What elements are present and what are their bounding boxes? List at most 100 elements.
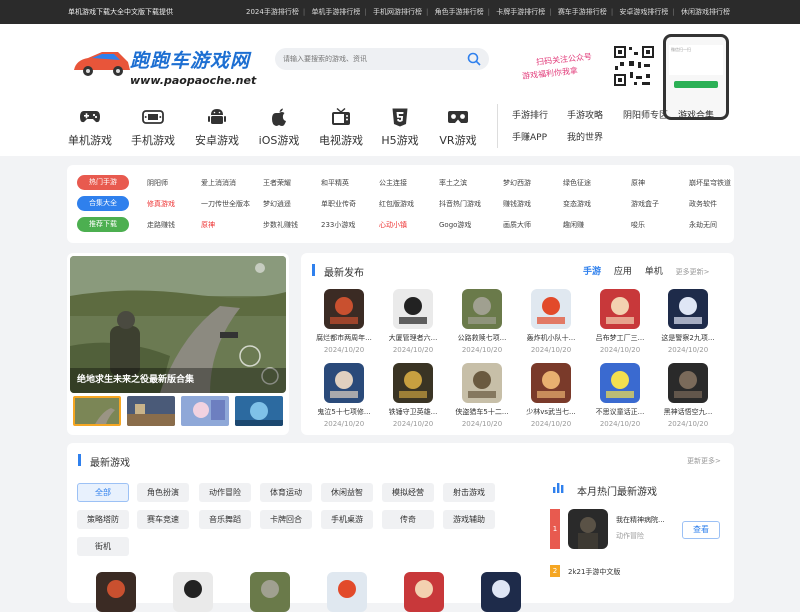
carousel-thumb[interactable] <box>73 396 121 426</box>
more-new-link[interactable]: 更新更多> <box>687 456 721 466</box>
tag-link[interactable]: 单职业传奇 <box>321 199 356 209</box>
search-icon[interactable] <box>467 52 481 66</box>
carousel-caption[interactable]: 绝地求生未来之役最新版合集 <box>77 372 194 385</box>
category-filter[interactable]: 体育运动 <box>260 483 312 502</box>
tag-link[interactable]: 爱上消消消 <box>201 178 236 188</box>
tag-link[interactable]: 走路赚钱 <box>147 220 175 230</box>
tag-link[interactable]: 崩坏星穹铁道 <box>689 178 731 188</box>
game-item[interactable]: 公路救赎七项... 2024/10/20 <box>447 289 517 354</box>
tag-link[interactable]: 变态游戏 <box>563 199 591 209</box>
game-item[interactable]: 腐烂都市两周年... 2024/10/20 <box>309 289 379 354</box>
new-game-icon[interactable] <box>250 572 290 612</box>
site-logo[interactable]: 跑跑车游戏网 www.paopaoche.net <box>72 44 262 100</box>
tag-link[interactable]: 红包版游戏 <box>379 199 414 209</box>
tag-link[interactable]: 原神 <box>201 220 215 230</box>
quick-link[interactable]: 手赚APP <box>512 130 547 143</box>
quick-link[interactable]: 游戏合集 <box>678 108 714 121</box>
category-filter[interactable]: 游戏辅助 <box>443 510 495 529</box>
nav-item-android-games[interactable]: 安卓游戏 <box>187 104 247 148</box>
top-link[interactable]: 赛车手游排行榜 <box>558 8 607 16</box>
tag-link[interactable]: 一刀传世全版本 <box>201 199 250 209</box>
game-item[interactable]: 鬼泣5十七项修... 2024/10/20 <box>309 363 379 428</box>
tag-link[interactable]: 绿色征途 <box>563 178 591 188</box>
new-game-icon[interactable] <box>173 572 213 612</box>
tag-link[interactable]: 游戏盒子 <box>631 199 659 209</box>
tab-apps[interactable]: 应用 <box>614 267 632 277</box>
tag-link[interactable]: 唆乐 <box>631 220 645 230</box>
tag-link[interactable]: 心动小镇 <box>379 220 407 230</box>
hot-item-2[interactable]: 2 2k21手游中文版 <box>550 565 722 581</box>
hot-item-1[interactable]: 1 我在精神病院... 动作冒险 查看 <box>550 509 722 553</box>
more-updates-link[interactable]: 更多更新> <box>676 268 710 276</box>
game-item[interactable]: 不思议童话正... 2024/10/20 <box>585 363 655 428</box>
category-filter[interactable]: 手机桌游 <box>321 510 373 529</box>
category-filter[interactable]: 卡牌回合 <box>260 510 312 529</box>
top-link[interactable]: 2024手游排行榜 <box>246 8 299 16</box>
category-filter[interactable]: 动作冒险 <box>199 483 251 502</box>
game-item[interactable]: 吕布梦工厂三... 2024/10/20 <box>585 289 655 354</box>
tag-link[interactable]: 趣闲赚 <box>563 220 584 230</box>
tag-link[interactable]: 修真游戏 <box>147 199 175 209</box>
tab-pc-games[interactable]: 单机 <box>645 267 663 277</box>
tag-link[interactable]: 抖音热门游戏 <box>439 199 481 209</box>
nav-item-pc-games[interactable]: 单机游戏 <box>60 104 120 148</box>
carousel-thumb[interactable] <box>127 396 175 426</box>
nav-item-mobile-games[interactable]: 手机游戏 <box>123 104 183 148</box>
game-item[interactable]: 这是警察2九项... 2024/10/20 <box>653 289 723 354</box>
top-link[interactable]: 卡牌手游排行榜 <box>496 8 545 16</box>
game-item[interactable]: 侠盗猎车5十二... 2024/10/20 <box>447 363 517 428</box>
tab-mobile-games[interactable]: 手游 <box>583 267 601 277</box>
top-link[interactable]: 单机手游排行榜 <box>311 8 360 16</box>
game-item[interactable]: 黑神话悟空九... 2024/10/20 <box>653 363 723 428</box>
tag-link[interactable]: 梦幻西游 <box>503 178 531 188</box>
game-item[interactable]: 铁锤守卫英雄... 2024/10/20 <box>378 363 448 428</box>
category-filter[interactable]: 传奇 <box>382 510 434 529</box>
tag-link[interactable]: 公主连接 <box>379 178 407 188</box>
top-link[interactable]: 手机网游排行榜 <box>373 8 422 16</box>
top-link[interactable]: 休闲游戏排行榜 <box>681 8 730 16</box>
quick-link[interactable]: 我的世界 <box>567 130 603 143</box>
tag-link[interactable]: 和平精英 <box>321 178 349 188</box>
category-filter[interactable]: 全部 <box>77 483 129 502</box>
category-filter[interactable]: 休闲益智 <box>321 483 373 502</box>
tag-link[interactable]: 步数礼赚钱 <box>263 220 298 230</box>
category-filter[interactable]: 策略塔防 <box>77 510 129 529</box>
tag-link[interactable]: 画质大师 <box>503 220 531 230</box>
tag-link[interactable]: 原神 <box>631 178 645 188</box>
tag-link[interactable]: Gogo游戏 <box>439 220 471 230</box>
tag-link[interactable]: 率土之滨 <box>439 178 467 188</box>
tag-link[interactable]: 233小游戏 <box>321 220 355 230</box>
carousel-thumb[interactable] <box>235 396 283 426</box>
carousel-thumb[interactable] <box>181 396 229 426</box>
tag-link[interactable]: 政务软件 <box>689 199 717 209</box>
nav-item-ios-games[interactable]: iOS游戏 <box>249 104 309 148</box>
game-item[interactable]: 轰炸机小队十... 2024/10/20 <box>516 289 586 354</box>
category-filter[interactable]: 射击游戏 <box>443 483 495 502</box>
view-button[interactable]: 查看 <box>682 521 720 539</box>
category-filter[interactable]: 角色扮演 <box>137 483 189 502</box>
nav-item-vr-games[interactable]: VR游戏 <box>428 104 488 148</box>
game-item[interactable]: 大厦管理者六... 2024/10/20 <box>378 289 448 354</box>
category-filter[interactable]: 街机 <box>77 537 129 556</box>
new-game-icon[interactable] <box>481 572 521 612</box>
new-game-icon[interactable] <box>404 572 444 612</box>
tag-link[interactable]: 永劫无间 <box>689 220 717 230</box>
category-filter[interactable]: 音乐舞蹈 <box>199 510 251 529</box>
tag-link[interactable]: 赚钱游戏 <box>503 199 531 209</box>
search-input[interactable] <box>275 48 455 70</box>
game-item[interactable]: 少林vs武当七... 2024/10/20 <box>516 363 586 428</box>
quick-link[interactable]: 手游排行 <box>512 108 548 121</box>
tag-link[interactable]: 梦幻逍遥 <box>263 199 291 209</box>
new-game-icon[interactable] <box>327 572 367 612</box>
category-filter[interactable]: 模拟经营 <box>382 483 434 502</box>
nav-item-tv-games[interactable]: 电视游戏 <box>311 104 371 148</box>
nav-item-h5-games[interactable]: H5游戏 <box>370 104 430 148</box>
top-link[interactable]: 角色手游排行榜 <box>435 8 484 16</box>
new-game-icon[interactable] <box>96 572 136 612</box>
tag-link[interactable]: 王者荣耀 <box>263 178 291 188</box>
quick-link[interactable]: 阴阳师专区 <box>623 108 668 121</box>
top-link[interactable]: 安卓游戏排行榜 <box>619 8 668 16</box>
tag-link[interactable]: 阴阳师 <box>147 178 168 188</box>
quick-link[interactable]: 手游攻略 <box>567 108 603 121</box>
category-filter[interactable]: 赛车竞速 <box>137 510 189 529</box>
